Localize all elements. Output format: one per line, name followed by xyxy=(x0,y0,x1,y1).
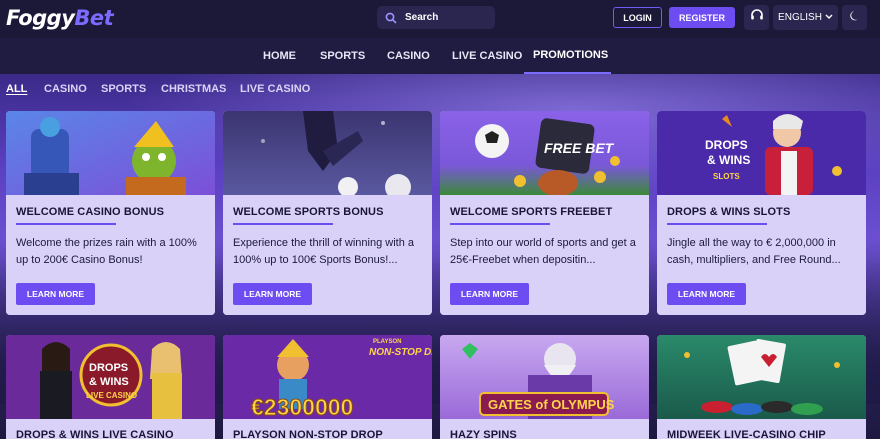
chevron-down-icon xyxy=(825,12,833,23)
filter-sports[interactable]: SPORTS xyxy=(101,83,146,97)
promo-image: DROPS & WINS SLOTS xyxy=(657,111,866,195)
logo-text-a: Foggy xyxy=(6,6,75,30)
filter-all[interactable]: ALL xyxy=(6,83,27,97)
playson-image-text-c: PLAYSON xyxy=(373,339,401,345)
filter-casino[interactable]: CASINO xyxy=(44,83,87,97)
support-button[interactable] xyxy=(744,5,769,30)
search-input[interactable]: Search xyxy=(377,6,495,29)
promo-title: DROPS & WINS SLOTS xyxy=(667,206,791,218)
nav-promotions[interactable]: PROMOTIONS xyxy=(524,38,611,74)
promo-title: DROPS & WINS LIVE CASINO xyxy=(16,429,174,439)
learn-more-button[interactable]: LEARN MORE xyxy=(16,283,95,305)
theme-toggle-button[interactable] xyxy=(842,5,867,30)
promo-title: MIDWEEK LIVE-CASINO CHIP xyxy=(667,429,826,439)
promo-card[interactable]: FREE BET WELCOME SPORTS FREEBET Step int… xyxy=(440,111,649,315)
promo-image: DROPS & WINS LIVE CASINO xyxy=(6,335,215,419)
learn-more-button[interactable]: LEARN MORE xyxy=(667,283,746,305)
olympus-image-text: GATES of OLYMPUS xyxy=(488,397,615,412)
promo-title: PLAYSON NON-STOP DROP xyxy=(233,429,383,439)
promo-image xyxy=(6,111,215,195)
drops-wins-live-image-text-a: DROPS xyxy=(89,362,128,374)
drops-wins-live-image-text-c: LIVE CASINO xyxy=(86,391,137,400)
promo-title: WELCOME SPORTS BONUS xyxy=(233,206,384,218)
nav-live-casino[interactable]: LIVE CASINO xyxy=(452,38,522,74)
language-select[interactable]: ENGLISH xyxy=(773,5,838,30)
top-bar: FoggyBet Search LOGIN REGISTER ENGLISH xyxy=(0,0,880,38)
headset-icon xyxy=(750,8,764,27)
nav-home[interactable]: HOME xyxy=(263,38,296,74)
promo-image: FREE BET xyxy=(440,111,649,195)
promo-image: GATES of OLYMPUS xyxy=(440,335,649,419)
moon-icon xyxy=(849,9,861,27)
promo-description: Jingle all the way to € 2,000,000 in cas… xyxy=(667,237,841,266)
promo-description: Experience the thrill of winning with a … xyxy=(233,237,414,266)
promo-image: PLAYSON NON-STOP DROP €2300000 xyxy=(223,335,432,419)
promo-card[interactable]: WELCOME CASINO BONUS Welcome the prizes … xyxy=(6,111,215,315)
learn-more-button[interactable]: LEARN MORE xyxy=(233,283,312,305)
drops-wins-live-image-text-b: & WINS xyxy=(89,376,129,388)
language-label: ENGLISH xyxy=(778,12,822,23)
promo-card[interactable]: GATES of OLYMPUS HAZY SPINS xyxy=(440,335,649,439)
promo-image xyxy=(223,111,432,195)
playson-image-text-a: €2300000 xyxy=(251,394,353,419)
register-button[interactable]: REGISTER xyxy=(669,7,735,28)
drops-wins-image-text-b: & WINS xyxy=(707,153,750,167)
freebet-image-text: FREE BET xyxy=(544,140,615,156)
promo-card[interactable]: DROPS & WINS LIVE CASINO DROPS & WINS LI… xyxy=(6,335,215,439)
nav-sports[interactable]: SPORTS xyxy=(320,38,365,74)
promo-card[interactable]: WELCOME SPORTS BONUS Experience the thri… xyxy=(223,111,432,315)
filter-christmas[interactable]: CHRISTMAS xyxy=(161,83,226,97)
logo[interactable]: FoggyBet xyxy=(6,6,114,30)
logo-text-b: Bet xyxy=(74,6,114,30)
drops-wins-image-text-c: SLOTS xyxy=(713,172,740,181)
promo-description: Welcome the prizes rain with a 100% up t… xyxy=(16,237,197,266)
promo-image xyxy=(657,335,866,419)
nav-casino[interactable]: CASINO xyxy=(387,38,430,74)
promo-card[interactable]: MIDWEEK LIVE-CASINO CHIP xyxy=(657,335,866,439)
promo-title: WELCOME SPORTS FREEBET xyxy=(450,206,613,218)
promo-description: Step into our world of sports and get a … xyxy=(450,237,636,266)
promo-card[interactable]: DROPS & WINS SLOTS DROPS & WINS SLOTS Ji… xyxy=(657,111,866,315)
promo-title: WELCOME CASINO BONUS xyxy=(16,206,165,218)
drops-wins-image-text-a: DROPS xyxy=(705,138,748,152)
promo-card[interactable]: PLAYSON NON-STOP DROP €2300000 PLAYSON N… xyxy=(223,335,432,439)
learn-more-button[interactable]: LEARN MORE xyxy=(450,283,529,305)
search-placeholder: Search xyxy=(405,12,439,23)
filter-live-casino[interactable]: LIVE CASINO xyxy=(240,83,310,97)
playson-image-text-b: NON-STOP DROP xyxy=(369,347,432,358)
main-nav: HOME SPORTS CASINO LIVE CASINO PROMOTION… xyxy=(0,38,880,74)
login-button[interactable]: LOGIN xyxy=(613,7,662,28)
search-icon xyxy=(385,12,397,24)
promo-title: HAZY SPINS xyxy=(450,429,517,439)
